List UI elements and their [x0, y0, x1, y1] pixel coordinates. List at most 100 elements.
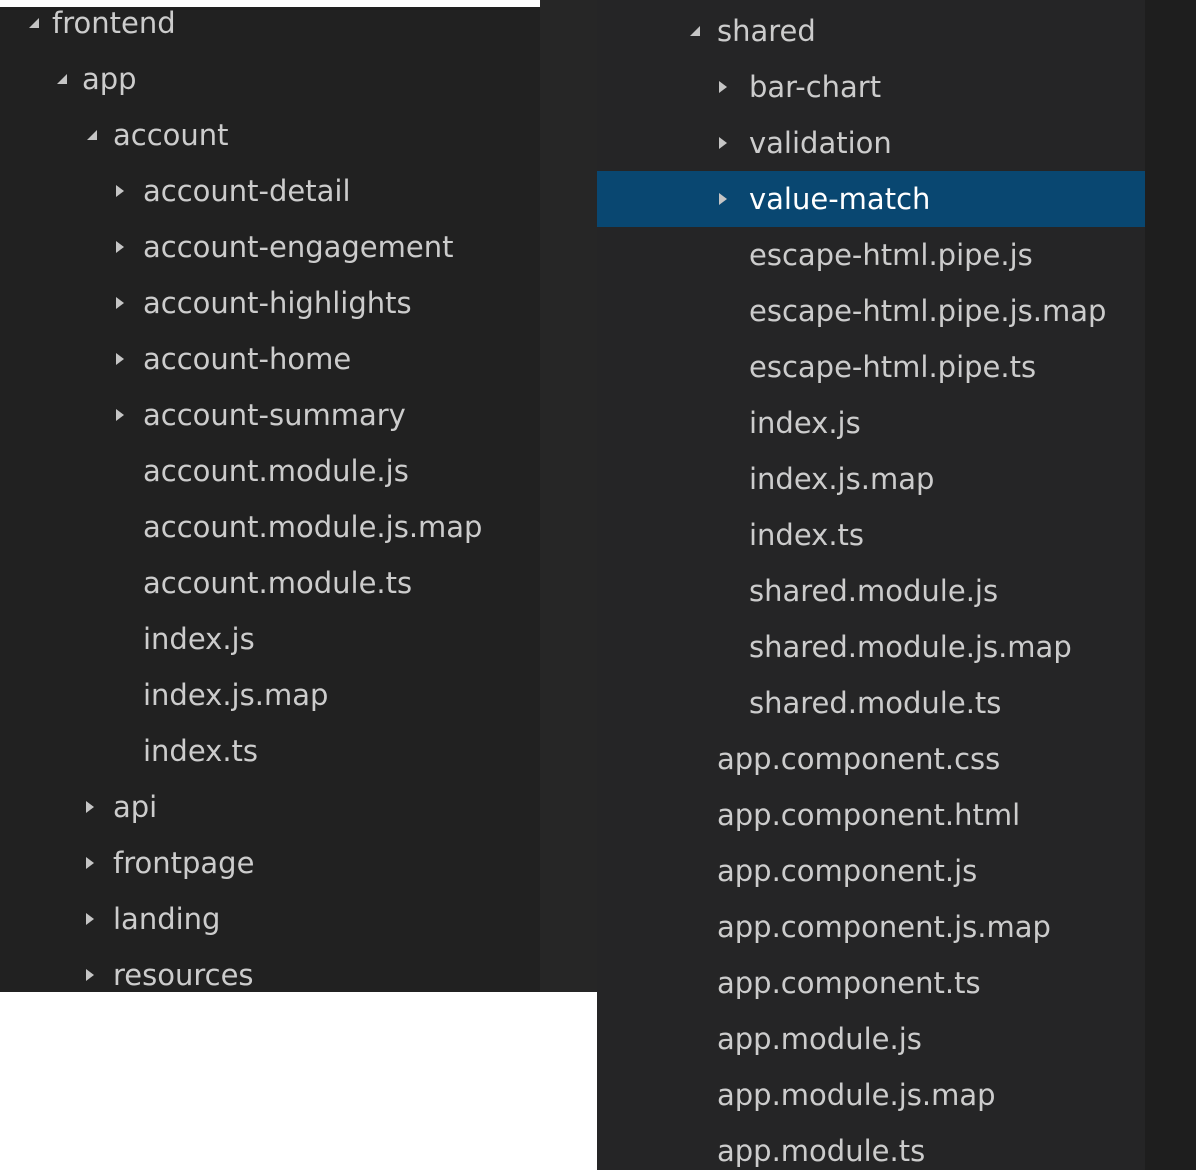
tree-file-escape-html-pipe-ts[interactable]: escape-html.pipe.ts [597, 339, 1145, 395]
tree-item-label: account-engagement [143, 230, 454, 264]
tree-file-app-component-html[interactable]: app.component.html [597, 787, 1145, 843]
tree-file-account-module-js[interactable]: account.module.js [0, 443, 540, 499]
twistie-glyph [116, 409, 124, 421]
tree-folder-account-summary[interactable]: account-summary [0, 387, 540, 443]
tree-item-label: escape-html.pipe.js [749, 238, 1033, 272]
tree-file-app-component-js[interactable]: app.component.js [597, 843, 1145, 899]
tree-item-label: shared.module.js.map [749, 630, 1072, 664]
twistie-glyph [116, 353, 124, 365]
chevron-down-icon[interactable] [685, 3, 705, 59]
tree-folder-validation[interactable]: validation [597, 115, 1145, 171]
tree-item-label: shared [717, 14, 816, 48]
tree-item-label: escape-html.pipe.js.map [749, 294, 1107, 328]
twistie-glyph [29, 18, 39, 28]
tree-file-escape-html-pipe-js-map[interactable]: escape-html.pipe.js.map [597, 283, 1145, 339]
tree-folder-app[interactable]: app [0, 51, 540, 107]
tree-file-index-js-map[interactable]: index.js.map [597, 451, 1145, 507]
tree-file-app-module-js[interactable]: app.module.js [597, 1011, 1145, 1067]
chevron-right-icon[interactable] [80, 835, 100, 891]
tree-folder-api[interactable]: api [0, 779, 540, 835]
tree-file-index-ts[interactable]: index.ts [0, 723, 540, 779]
tree-item-label: api [113, 790, 158, 824]
tree-file-account-module-js-map[interactable]: account.module.js.map [0, 499, 540, 555]
tree-item-label: resources [113, 958, 254, 992]
tree-item-label: account.module.ts [143, 566, 413, 600]
tree-file-escape-html-pipe-js[interactable]: escape-html.pipe.js [597, 227, 1145, 283]
chevron-right-icon[interactable] [110, 219, 130, 275]
tree-file-index-ts[interactable]: index.ts [597, 507, 1145, 563]
tree-file-app-module-js-map[interactable]: app.module.js.map [597, 1067, 1145, 1123]
twistie-glyph [719, 137, 727, 149]
twistie-glyph [86, 857, 94, 869]
twistie-glyph [116, 241, 124, 253]
tree-file-index-js[interactable]: index.js [597, 395, 1145, 451]
tree-folder-landing[interactable]: landing [0, 891, 540, 947]
tree-item-label: account-highlights [143, 286, 412, 320]
tree-folder-shared[interactable]: shared [597, 3, 1145, 59]
tree-item-label: index.js.map [143, 678, 329, 712]
tree-folder-resources[interactable]: resources [0, 947, 540, 992]
tree-item-label: account.module.js [143, 454, 409, 488]
tree-folder-account-engagement[interactable]: account-engagement [0, 219, 540, 275]
tree-file-shared-module-ts[interactable]: shared.module.ts [597, 675, 1145, 731]
tree-item-label: account-home [143, 342, 352, 376]
chevron-right-icon[interactable] [110, 387, 130, 443]
tree-file-account-module-ts[interactable]: account.module.ts [0, 555, 540, 611]
tree-folder-account-highlights[interactable]: account-highlights [0, 275, 540, 331]
tree-item-label: app.component.js.map [717, 910, 1051, 944]
explorer-tree-right: shared bar-chart validation value-match esca… [597, 0, 1196, 1170]
tree-folder-account-detail[interactable]: account-detail [0, 163, 540, 219]
chevron-right-icon[interactable] [80, 891, 100, 947]
tree-item-label: shared.module.ts [749, 686, 1002, 720]
chevron-right-icon[interactable] [80, 779, 100, 835]
chevron-right-icon[interactable] [110, 163, 130, 219]
tree-item-label: escape-html.pipe.ts [749, 350, 1037, 384]
tree-item-label: landing [113, 902, 221, 936]
chevron-right-icon[interactable] [713, 171, 733, 227]
twistie-glyph [86, 969, 94, 981]
tree-item-label: account.module.js.map [143, 510, 483, 544]
tree-folder-value-match[interactable]: value-match [597, 171, 1145, 227]
tree-item-label: index.ts [749, 518, 865, 552]
tree-item-label: app.component.css [717, 742, 1001, 776]
tree-folder-bar-chart[interactable]: bar-chart [597, 59, 1145, 115]
explorer-tree-left: frontend app account account-detail account-… [0, 0, 597, 992]
tree-item-label: account-summary [143, 398, 406, 432]
tree-folder-frontpage[interactable]: frontpage [0, 835, 540, 891]
chevron-right-icon[interactable] [110, 275, 130, 331]
chevron-right-icon[interactable] [110, 331, 130, 387]
tree-file-app-module-ts[interactable]: app.module.ts [597, 1123, 1145, 1170]
tree-file-app-component-ts[interactable]: app.component.ts [597, 955, 1145, 1011]
tree-item-label: frontpage [113, 846, 255, 880]
chevron-down-icon[interactable] [82, 107, 102, 163]
tree-file-app-component-css[interactable]: app.component.css [597, 731, 1145, 787]
twistie-glyph [719, 81, 727, 93]
tree-file-shared-module-js-map[interactable]: shared.module.js.map [597, 619, 1145, 675]
tree-file-shared-module-js[interactable]: shared.module.js [597, 563, 1145, 619]
tree-item-label: shared.module.js [749, 574, 999, 608]
tree-item-label: account [113, 118, 229, 152]
chevron-right-icon[interactable] [80, 947, 100, 992]
twistie-glyph [690, 26, 700, 36]
scrollbar-gutter[interactable] [540, 0, 597, 992]
scrollbar-gutter[interactable] [1145, 0, 1196, 1170]
chevron-down-icon[interactable] [24, 0, 44, 51]
tree-folder-frontend[interactable]: frontend [0, 0, 540, 51]
tree-item-label: index.ts [143, 734, 259, 768]
tree-item-label: app.module.js [717, 1022, 922, 1056]
tree-item-label: app.component.ts [717, 966, 981, 1000]
tree-file-index-js[interactable]: index.js [0, 611, 540, 667]
tree-folder-account[interactable]: account [0, 107, 540, 163]
twistie-glyph [719, 193, 727, 205]
tree-folder-account-home[interactable]: account-home [0, 331, 540, 387]
tree-file-app-component-js-map[interactable]: app.component.js.map [597, 899, 1145, 955]
chevron-right-icon[interactable] [713, 59, 733, 115]
tree-item-label: validation [749, 126, 892, 160]
twistie-glyph [87, 130, 97, 140]
chevron-right-icon[interactable] [713, 115, 733, 171]
tree-item-label: app.module.ts [717, 1134, 926, 1168]
tree-file-index-js-map[interactable]: index.js.map [0, 667, 540, 723]
tree-item-label: bar-chart [749, 70, 882, 104]
chevron-down-icon[interactable] [52, 51, 72, 107]
twistie-glyph [116, 297, 124, 309]
